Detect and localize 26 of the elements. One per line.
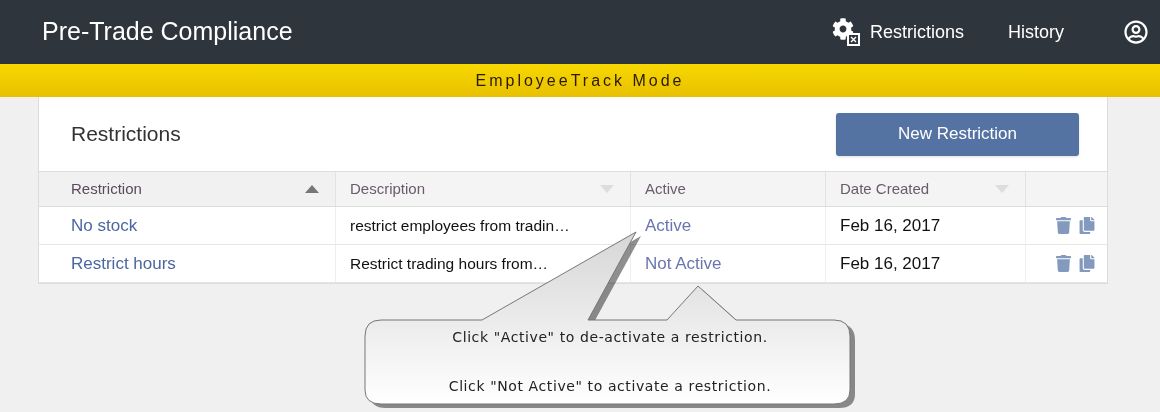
restriction-link[interactable]: No stock (71, 212, 138, 239)
new-restriction-button[interactable]: New Restriction (836, 112, 1079, 156)
table-cell-text: restrict employees from tradin… (350, 215, 570, 236)
column-header[interactable]: Description (336, 172, 631, 206)
user-icon[interactable] (1124, 20, 1148, 44)
sort-ascending-icon[interactable] (305, 185, 319, 193)
panel-title: Restrictions (71, 121, 181, 148)
nav-link[interactable]: Restrictions (831, 18, 964, 46)
copy-icon[interactable] (1079, 217, 1095, 234)
column-header[interactable]: Active (631, 172, 826, 206)
copy-icon[interactable] (1079, 255, 1095, 272)
mode-label: EmployeeTrack Mode (475, 70, 685, 91)
restriction-link[interactable]: Restrict hours (71, 250, 176, 277)
gear-icon (831, 18, 860, 46)
table-cell-text: Restrict trading hours from… (350, 253, 549, 274)
table-cell-text: Feb 16, 2017 (840, 214, 941, 237)
table-cell-text: Feb 16, 2017 (840, 252, 941, 275)
callout-text: Click "Not Active" to activate a restriction. (448, 377, 772, 396)
trash-icon[interactable] (1056, 255, 1071, 272)
nav-link[interactable]: History (1008, 18, 1064, 46)
trash-icon[interactable] (1056, 217, 1071, 234)
status-link[interactable]: Active (645, 212, 692, 239)
column-header[interactable]: Date Created (826, 172, 1026, 206)
status-link[interactable]: Not Active (645, 250, 722, 277)
app-title: Pre-Trade Compliance (42, 16, 293, 48)
callout-text: Click "Active" to de-activate a restriction. (452, 328, 768, 347)
